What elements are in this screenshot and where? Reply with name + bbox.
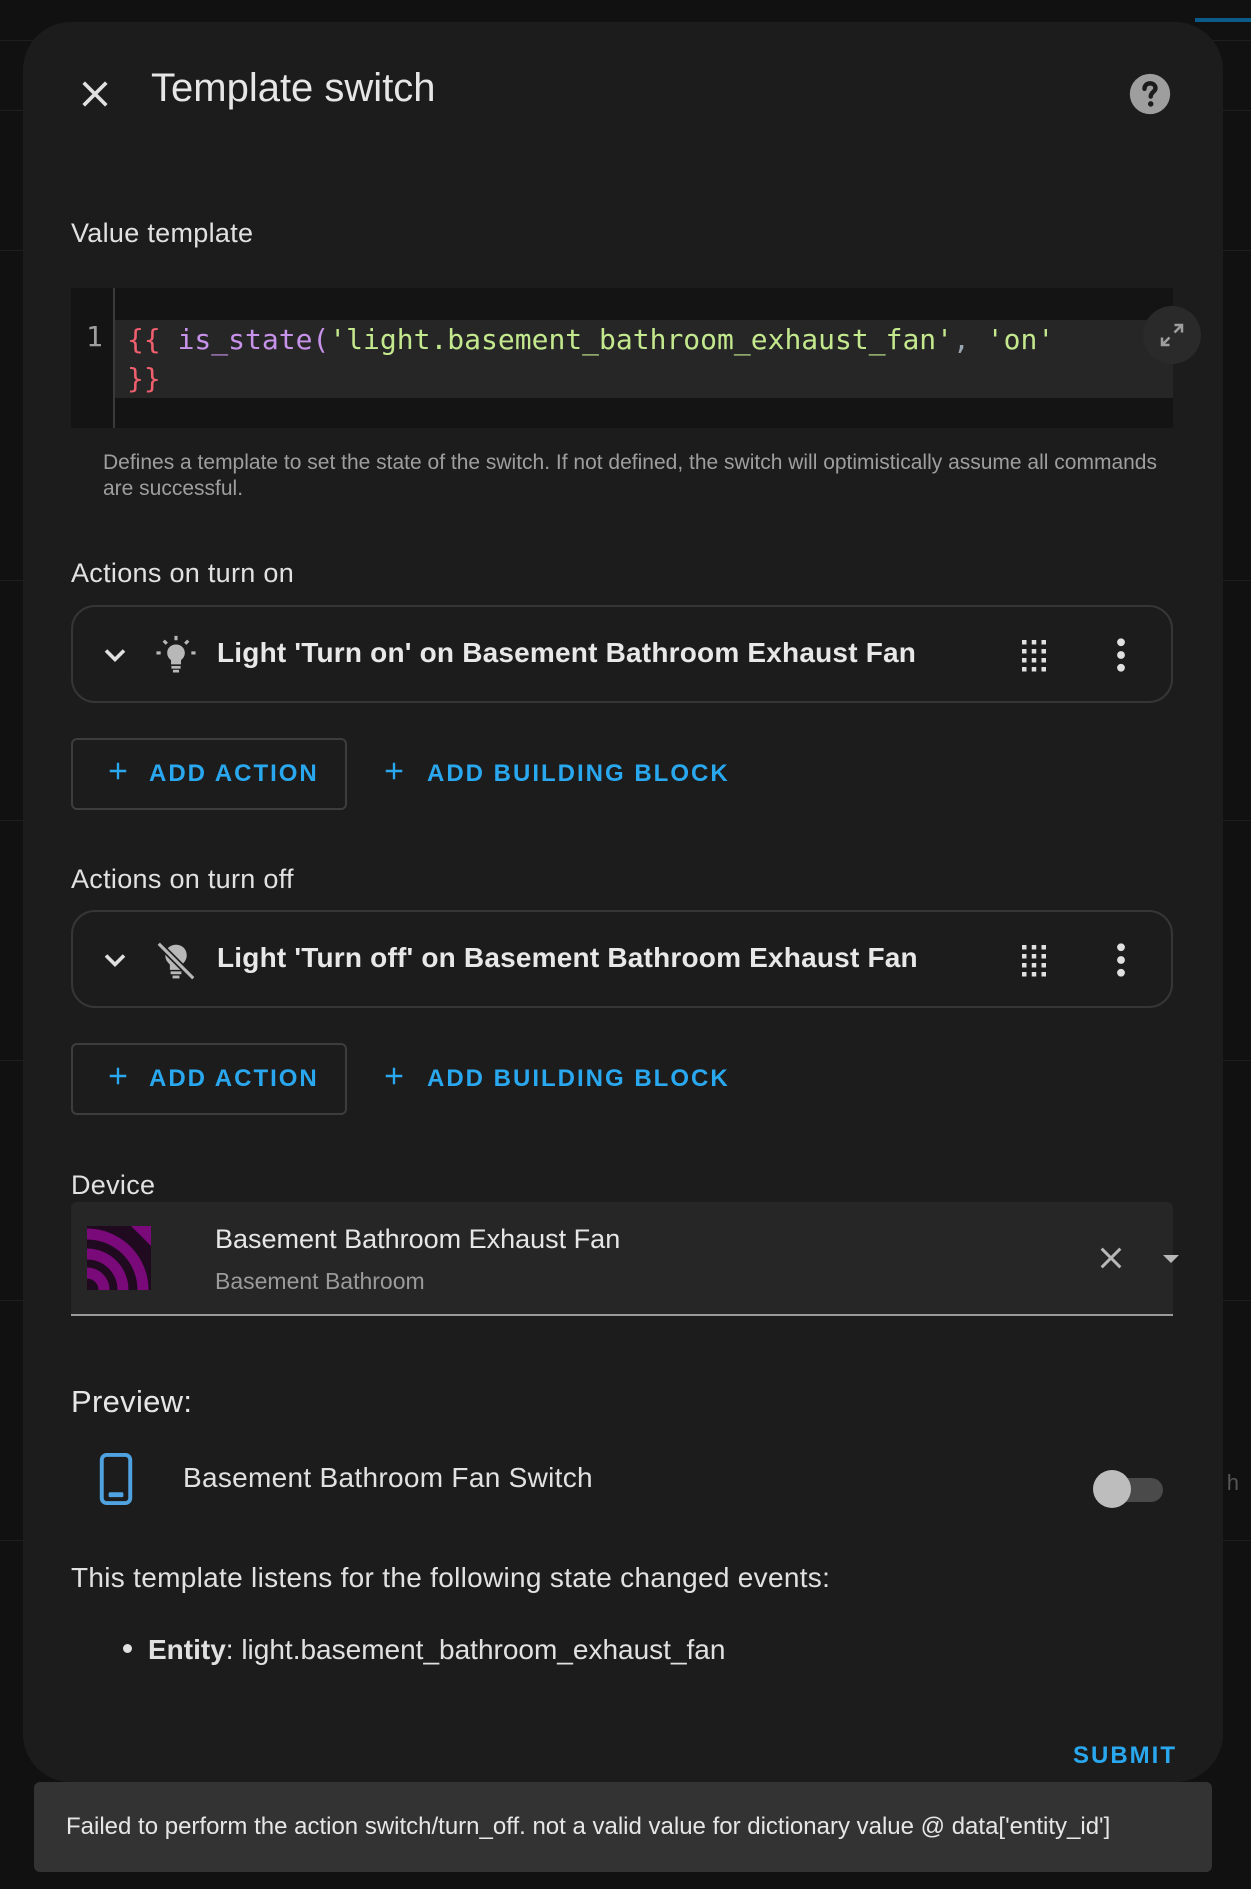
code-function: is_state(: [160, 323, 330, 356]
preview-entity-name: Basement Bathroom Fan Switch: [183, 1462, 593, 1493]
submit-button[interactable]: SUBMIT: [1073, 1742, 1177, 1770]
turn-on-label: Actions on turn on: [71, 558, 295, 588]
cellphone-icon: [95, 1452, 137, 1511]
turn-off-add-building-block-button[interactable]: ADD BUILDING BLOCK: [383, 1043, 730, 1115]
turn-off-action-label: Light 'Turn off' on Basement Bathroom Ex…: [217, 942, 918, 973]
code-brace: }}: [127, 362, 161, 395]
lightbulb-off-icon: [153, 938, 199, 989]
help-icon[interactable]: [1128, 72, 1172, 116]
listens-text: This template listens for the following …: [71, 1562, 831, 1593]
plus-icon: [383, 1065, 405, 1094]
close-icon[interactable]: [75, 74, 115, 114]
toast-message: Failed to perform the action switch/turn…: [66, 1813, 1111, 1840]
code-string: 'on': [986, 323, 1055, 356]
bullet-dot: [123, 1644, 132, 1654]
entity-value: : light.basement_bathroom_exhaust_fan: [225, 1634, 726, 1665]
code-editor[interactable]: 1 {{ is_state('light.basement_bathroom_e…: [71, 288, 1201, 428]
drag-handle-icon[interactable]: [1019, 942, 1049, 983]
code-punctuation: ,: [953, 323, 987, 356]
tplink-device-logo: [86, 1226, 151, 1295]
chevron-down-icon[interactable]: [97, 942, 133, 983]
code-gutter: [71, 288, 115, 428]
code-string: 'light.basement_bathroom_exhaust_fan': [329, 323, 954, 356]
add-building-block-label: ADD BUILDING BLOCK: [427, 1065, 730, 1092]
add-action-label: ADD ACTION: [149, 1065, 319, 1092]
more-vert-icon[interactable]: [1113, 637, 1129, 678]
turn-off-action-card[interactable]: Light 'Turn off' on Basement Bathroom Ex…: [71, 910, 1173, 1008]
background-text-fragment: h: [1226, 1470, 1239, 1495]
error-toast: Failed to perform the action switch/turn…: [34, 1782, 1212, 1872]
clear-icon[interactable]: [1095, 1242, 1127, 1279]
turn-on-add-building-block-button[interactable]: ADD BUILDING BLOCK: [383, 738, 730, 810]
expand-icon[interactable]: [1143, 306, 1201, 364]
device-name: Basement Bathroom Exhaust Fan: [215, 1224, 621, 1254]
turn-on-action-label: Light 'Turn on' on Basement Bathroom Exh…: [217, 637, 917, 668]
device-picker[interactable]: Basement Bathroom Exhaust Fan Basement B…: [71, 1202, 1179, 1316]
dialog-title: Template switch: [151, 66, 436, 110]
toggle-thumb: [1093, 1470, 1131, 1508]
turn-on-action-card[interactable]: Light 'Turn on' on Basement Bathroom Exh…: [71, 605, 1173, 703]
turn-off-add-action-button[interactable]: ADD ACTION: [71, 1043, 347, 1115]
turn-on-add-action-button[interactable]: ADD ACTION: [71, 738, 347, 810]
more-vert-icon[interactable]: [1113, 942, 1129, 983]
add-action-label: ADD ACTION: [149, 760, 319, 787]
add-building-block-label: ADD BUILDING BLOCK: [427, 760, 730, 787]
entity-key: Entity: [148, 1634, 226, 1665]
value-template-helper: Defines a template to set the state of t…: [103, 451, 1157, 500]
listened-entity-item: Entity: light.basement_bathroom_exhaust_…: [123, 1634, 725, 1666]
code-brace: {{: [127, 323, 161, 356]
plus-icon: [107, 1065, 129, 1094]
template-switch-dialog: Template switch Value template 1 {{ is_s…: [23, 22, 1223, 1782]
line-number: 1: [86, 320, 103, 353]
dropdown-arrow-icon[interactable]: [1161, 1252, 1181, 1270]
drag-handle-icon[interactable]: [1019, 637, 1049, 678]
code-content[interactable]: {{ is_state('light.basement_bathroom_exh…: [127, 320, 1087, 398]
chevron-down-icon[interactable]: [97, 637, 133, 678]
value-template-label: Value template: [71, 218, 254, 248]
turn-off-label: Actions on turn off: [71, 864, 294, 894]
device-area: Basement Bathroom: [215, 1268, 425, 1294]
plus-icon: [383, 760, 405, 789]
plus-icon: [107, 760, 129, 789]
preview-toggle-switch[interactable]: [1093, 1470, 1165, 1508]
lightbulb-on-icon: [153, 633, 199, 684]
background-tab-indicator: [1195, 18, 1251, 22]
device-label: Device: [71, 1170, 156, 1200]
preview-label: Preview:: [71, 1384, 193, 1419]
